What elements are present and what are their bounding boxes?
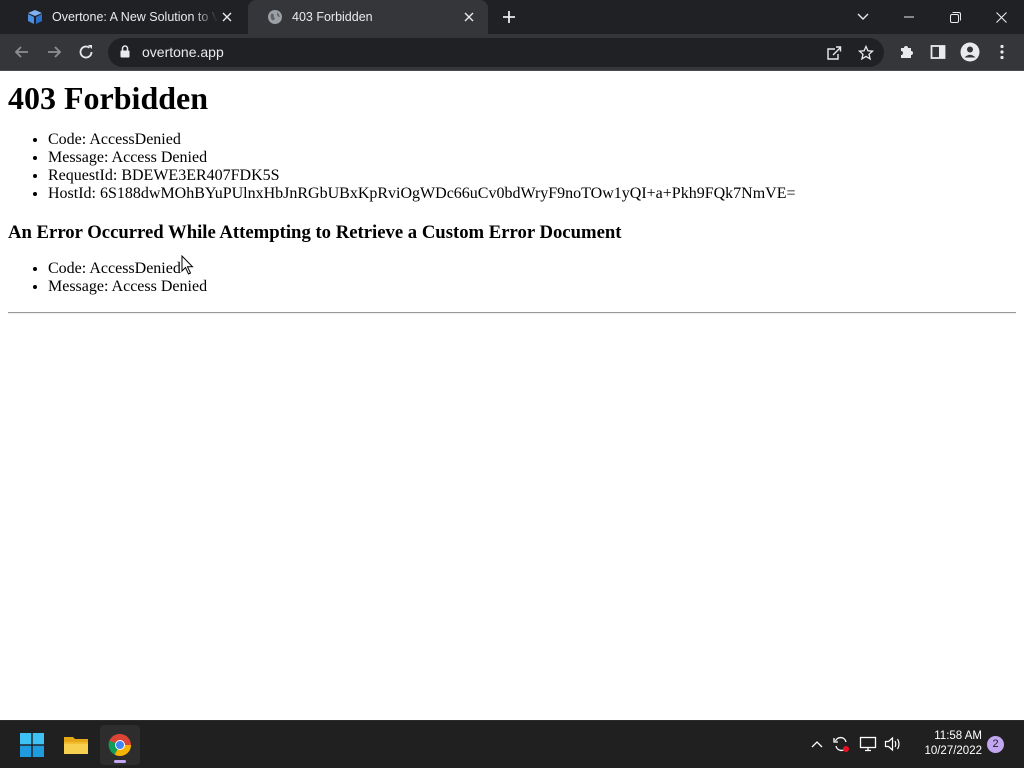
side-panel-icon[interactable] bbox=[924, 38, 952, 66]
taskbar-clock[interactable]: 11:58 AM 10/27/2022 bbox=[910, 729, 982, 759]
globe-icon bbox=[266, 8, 284, 26]
close-tab-icon[interactable] bbox=[460, 8, 478, 26]
tab-search-icon[interactable] bbox=[840, 0, 886, 34]
divider bbox=[8, 312, 1016, 314]
clock-time: 11:58 AM bbox=[934, 730, 982, 742]
active-app-indicator bbox=[114, 760, 126, 763]
sync-icon[interactable] bbox=[830, 733, 852, 755]
bookmark-star-icon[interactable] bbox=[852, 38, 880, 67]
tab-403-forbidden[interactable]: 403 Forbidden bbox=[248, 0, 488, 34]
back-button[interactable] bbox=[8, 38, 36, 66]
error-details-list: Code: AccessDenied Message: Access Denie… bbox=[8, 131, 1016, 203]
list-item: Message: Access Denied bbox=[48, 278, 1016, 296]
file-explorer-icon[interactable] bbox=[56, 725, 96, 765]
close-tab-icon[interactable] bbox=[218, 8, 236, 26]
reload-button[interactable] bbox=[72, 38, 100, 66]
address-bar[interactable]: overtone.app bbox=[108, 38, 884, 67]
browser-toolbar: overtone.app bbox=[0, 34, 1024, 71]
taskbar: 11:58 AM 10/27/2022 2 bbox=[0, 720, 1024, 768]
custom-error-list: Code: AccessDenied Message: Access Denie… bbox=[8, 260, 1016, 296]
browser-tabstrip: Overtone: A New Solution to Voice 403 Fo… bbox=[0, 0, 1024, 34]
overtone-favicon-icon bbox=[26, 8, 44, 26]
list-item: RequestId: BDEWE3ER407FDK5S bbox=[48, 167, 1016, 185]
lock-icon[interactable] bbox=[120, 45, 130, 63]
tab-title: 403 Forbidden bbox=[292, 10, 373, 24]
chrome-icon[interactable] bbox=[100, 725, 140, 765]
network-icon[interactable] bbox=[857, 733, 879, 755]
chevron-up-icon[interactable] bbox=[806, 733, 828, 755]
menu-kebab-icon[interactable] bbox=[988, 38, 1016, 66]
extensions-icon[interactable] bbox=[892, 38, 920, 66]
url-text: overtone.app bbox=[142, 44, 224, 60]
mouse-pointer-icon bbox=[181, 254, 194, 280]
tab-overtone[interactable]: Overtone: A New Solution to Voice bbox=[8, 0, 246, 34]
list-item: Message: Access Denied bbox=[48, 149, 1016, 167]
volume-icon[interactable] bbox=[882, 733, 904, 755]
page-heading: 403 Forbidden bbox=[8, 80, 209, 116]
clock-date: 10/27/2022 bbox=[924, 745, 982, 757]
forward-button[interactable] bbox=[40, 38, 68, 66]
profile-icon[interactable] bbox=[956, 38, 984, 66]
tab-title: Overtone: A New Solution to Voice bbox=[52, 10, 218, 24]
restore-button[interactable] bbox=[932, 0, 978, 34]
list-item: HostId: 6S188dwMOhBYuPUlnxHbJnRGbUBxKpRv… bbox=[48, 185, 1016, 203]
page-subheading: An Error Occurred While Attempting to Re… bbox=[8, 222, 622, 243]
minimize-button[interactable] bbox=[886, 0, 932, 34]
list-item: Code: AccessDenied bbox=[48, 131, 1016, 149]
new-tab-button[interactable] bbox=[498, 6, 520, 28]
close-window-button[interactable] bbox=[978, 0, 1024, 34]
notification-badge[interactable]: 2 bbox=[987, 736, 1004, 753]
share-icon[interactable] bbox=[820, 38, 848, 67]
page-content: 403 Forbidden Code: AccessDenied Message… bbox=[0, 71, 1024, 720]
start-icon[interactable] bbox=[12, 725, 52, 765]
